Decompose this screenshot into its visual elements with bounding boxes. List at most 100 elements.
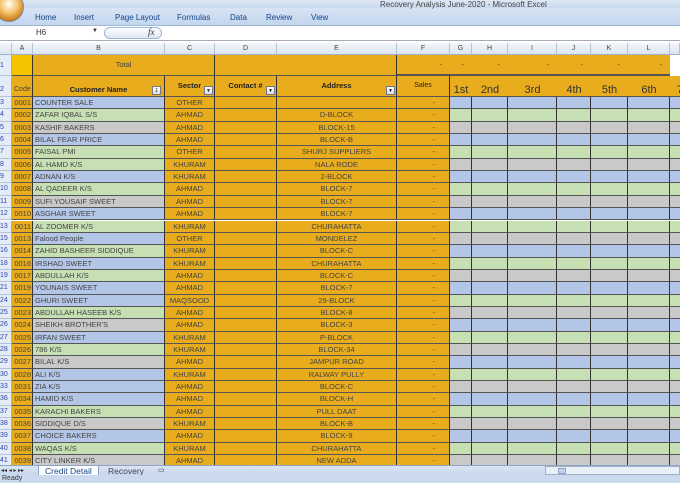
period-cell[interactable]: [472, 405, 508, 419]
period-cell[interactable]: [508, 158, 557, 172]
header-period[interactable]: 1st: [450, 76, 472, 97]
contact-cell[interactable]: [215, 109, 277, 122]
period-cell[interactable]: [591, 393, 628, 406]
period-cell[interactable]: [591, 257, 628, 270]
tab-page-layout[interactable]: Page Layout: [115, 13, 160, 22]
row-header[interactable]: 21: [0, 282, 12, 295]
period-cell[interactable]: [450, 195, 472, 209]
period-cell[interactable]: [450, 418, 472, 431]
sector-cell[interactable]: OTHER: [165, 146, 215, 159]
period-cell[interactable]: [508, 418, 557, 431]
period-cell[interactable]: [670, 393, 680, 406]
sales-cell[interactable]: -: [397, 430, 450, 443]
sector-cell[interactable]: AHMAD: [165, 393, 215, 406]
period-cell[interactable]: [508, 306, 557, 320]
contact-cell[interactable]: [215, 430, 277, 443]
period-cell[interactable]: [472, 381, 508, 394]
customer-name-cell[interactable]: ABDULLAH HASEEB K/S: [33, 306, 165, 320]
period-cell[interactable]: [628, 134, 670, 147]
period-cell[interactable]: [670, 418, 680, 431]
period-cell[interactable]: [557, 220, 591, 233]
period-cell[interactable]: [472, 208, 508, 221]
period-cell[interactable]: [591, 183, 628, 196]
code-cell[interactable]: 0013: [12, 232, 33, 246]
row-header[interactable]: 27: [0, 331, 12, 344]
sales-cell[interactable]: -: [397, 418, 450, 431]
sector-cell[interactable]: AHMAD: [165, 109, 215, 122]
code-cell[interactable]: 0031: [12, 381, 33, 394]
customer-name-cell[interactable]: AL QADEER K/S: [33, 183, 165, 196]
address-cell[interactable]: CHURAHATTA: [277, 442, 397, 456]
sales-cell[interactable]: -: [397, 368, 450, 382]
customer-name-cell[interactable]: ADNAN K/S: [33, 171, 165, 184]
contact-cell[interactable]: [215, 134, 277, 147]
period-cell[interactable]: [628, 294, 670, 307]
address-cell[interactable]: CHURAHATTA: [277, 257, 397, 270]
address-cell[interactable]: D-BLOCK: [277, 109, 397, 122]
total-blank[interactable]: [215, 55, 397, 76]
row-header[interactable]: 4: [0, 109, 12, 122]
period-cell[interactable]: [591, 232, 628, 246]
period-cell[interactable]: [450, 134, 472, 147]
period-cell[interactable]: [628, 257, 670, 270]
sales-cell[interactable]: -: [397, 294, 450, 307]
period-cell[interactable]: [670, 319, 680, 332]
period-cell[interactable]: [557, 269, 591, 283]
period-cell[interactable]: [450, 319, 472, 332]
select-all-button[interactable]: [0, 43, 12, 55]
address-cell[interactable]: BLOCK-B: [277, 134, 397, 147]
row-header[interactable]: 28: [0, 344, 12, 357]
period-cell[interactable]: [472, 183, 508, 196]
period-cell[interactable]: [591, 97, 628, 110]
period-cell[interactable]: [557, 393, 591, 406]
period-cell[interactable]: [450, 356, 472, 369]
sales-cell[interactable]: -: [397, 269, 450, 283]
sales-cell[interactable]: -: [397, 232, 450, 246]
customer-name-cell[interactable]: FAISAL PMI: [33, 146, 165, 159]
sector-cell[interactable]: KHURAM: [165, 442, 215, 456]
period-cell[interactable]: [450, 344, 472, 357]
period-cell[interactable]: [591, 331, 628, 344]
tab-home[interactable]: Home: [35, 13, 56, 22]
code-cell[interactable]: 0023: [12, 306, 33, 320]
period-cell[interactable]: [591, 418, 628, 431]
tab-insert[interactable]: Insert: [74, 13, 94, 22]
period-cell[interactable]: [628, 393, 670, 406]
period-cell[interactable]: [472, 220, 508, 233]
sales-cell[interactable]: -: [397, 158, 450, 172]
period-cell[interactable]: [670, 97, 680, 110]
period-cell[interactable]: [450, 282, 472, 295]
column-header-A[interactable]: A: [12, 43, 33, 55]
column-header-D[interactable]: D: [215, 43, 277, 55]
code-cell[interactable]: 0006: [12, 158, 33, 172]
period-cell[interactable]: [450, 294, 472, 307]
sector-cell[interactable]: AHMAD: [165, 356, 215, 369]
period-cell[interactable]: [472, 442, 508, 456]
period-cell[interactable]: [628, 208, 670, 221]
header-customer-name[interactable]: Customer Name: [33, 76, 165, 97]
sector-cell[interactable]: KHURAM: [165, 158, 215, 172]
period-cell[interactable]: [591, 158, 628, 172]
contact-cell[interactable]: [215, 282, 277, 295]
period-cell[interactable]: [670, 220, 680, 233]
period-cell[interactable]: [670, 146, 680, 159]
row-header[interactable]: 10: [0, 183, 12, 196]
period-cell[interactable]: [472, 306, 508, 320]
period-cell[interactable]: [508, 294, 557, 307]
row-header[interactable]: 36: [0, 393, 12, 406]
column-header-I[interactable]: I: [508, 43, 557, 55]
code-cell[interactable]: 0017: [12, 269, 33, 283]
code-cell[interactable]: 0005: [12, 146, 33, 159]
period-cell[interactable]: [508, 430, 557, 443]
period-cell[interactable]: [591, 319, 628, 332]
period-cell[interactable]: [508, 208, 557, 221]
contact-cell[interactable]: [215, 220, 277, 233]
address-cell[interactable]: BLOCK-7: [277, 195, 397, 209]
period-cell[interactable]: [591, 121, 628, 135]
period-cell[interactable]: [557, 282, 591, 295]
period-cell[interactable]: [670, 381, 680, 394]
period-cell[interactable]: [557, 344, 591, 357]
sector-cell[interactable]: AHMAD: [165, 269, 215, 283]
period-cell[interactable]: [628, 109, 670, 122]
filter-active-icon[interactable]: ↧: [152, 86, 161, 95]
